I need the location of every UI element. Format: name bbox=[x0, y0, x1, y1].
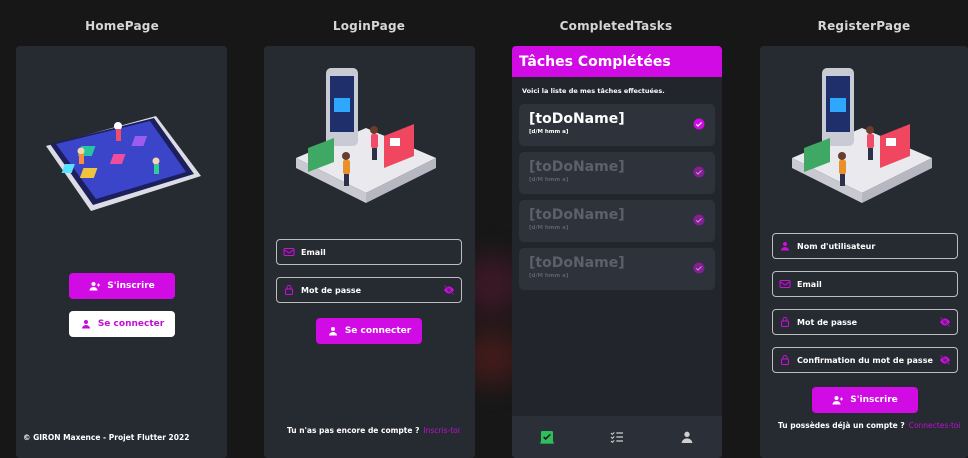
lock-icon bbox=[779, 354, 791, 366]
mail-icon bbox=[779, 278, 791, 290]
login-prompt: Tu possèdes déjà un compte ? Connectes-to… bbox=[778, 421, 961, 430]
task-date: [d/M hmm a] bbox=[529, 273, 569, 279]
task-name: [toDoName] bbox=[529, 207, 625, 223]
username-field[interactable]: Nom d'utilisateur bbox=[772, 233, 958, 259]
person-icon bbox=[779, 240, 791, 252]
check-circle-icon[interactable] bbox=[693, 166, 705, 178]
password-placeholder: Mot de passe bbox=[301, 285, 362, 295]
register-button[interactable]: S'inscrire bbox=[69, 273, 175, 299]
user-icon bbox=[81, 320, 90, 329]
task-date: [d/M hmm a] bbox=[529, 129, 569, 135]
completed-tasks-screen: Tâches Complétées Voici la liste de mes … bbox=[512, 46, 722, 458]
password-placeholder: Mot de passe bbox=[797, 317, 858, 327]
task-date: [d/M hmm a] bbox=[529, 225, 569, 231]
completedtasks-title: CompletedTasks bbox=[559, 19, 673, 33]
lock-icon bbox=[283, 284, 295, 296]
isometric-login-illustration bbox=[296, 68, 436, 203]
login-submit-button[interactable]: Se connecter bbox=[316, 318, 422, 344]
login-prompt-text: Tu possèdes déjà un compte ? bbox=[778, 421, 905, 430]
register-button-label: S'inscrire bbox=[107, 281, 155, 291]
register-illustration bbox=[792, 58, 932, 206]
task-date: [d/M hmm a] bbox=[529, 177, 569, 183]
register-screen: Nom d'utilisateur Email Mot de passe Con… bbox=[760, 46, 968, 458]
completed-tasks-icon[interactable] bbox=[539, 429, 555, 445]
login-link[interactable]: Connectes-toi bbox=[909, 421, 961, 430]
task-item[interactable]: [toDoName] [d/M hmm a] bbox=[519, 248, 715, 290]
register-submit-button[interactable]: S'inscrire bbox=[812, 387, 918, 413]
task-name: [toDoName] bbox=[529, 159, 625, 175]
task-list-icon[interactable] bbox=[609, 429, 625, 445]
task-name: [toDoName] bbox=[529, 111, 625, 127]
password-field[interactable]: Mot de passe bbox=[772, 309, 958, 335]
completed-tasks-header: Tâches Complétées bbox=[512, 46, 722, 77]
check-circle-icon[interactable] bbox=[693, 214, 705, 226]
email-placeholder: Email bbox=[301, 247, 326, 257]
password-field[interactable]: Mot de passe bbox=[276, 277, 462, 303]
login-screen: Email Mot de passe Se connecter Tu n'as … bbox=[264, 46, 475, 458]
bottom-navigation bbox=[512, 416, 722, 458]
login-button-label: Se connecter bbox=[97, 319, 165, 329]
profile-icon[interactable] bbox=[679, 429, 695, 445]
add-user-icon bbox=[832, 396, 844, 405]
login-illustration bbox=[296, 58, 436, 206]
register-submit-label: S'inscrire bbox=[850, 395, 898, 405]
homepage-title: HomePage bbox=[85, 19, 159, 33]
check-circle-icon[interactable] bbox=[693, 262, 705, 274]
isometric-phone-illustration bbox=[46, 116, 201, 211]
confirm-password-placeholder: Confirmation du mot de passe bbox=[797, 355, 933, 365]
visibility-off-icon[interactable] bbox=[939, 316, 951, 328]
screens-overview: HomePage LoginPage CompletedTasks Regist… bbox=[0, 0, 968, 458]
phone-app-illustration bbox=[36, 106, 206, 216]
task-item[interactable]: [toDoName] [d/M hmm a] bbox=[519, 152, 715, 194]
login-button[interactable]: Se connecter bbox=[69, 311, 175, 337]
task-item[interactable]: [toDoName] [d/M hmm a] bbox=[519, 200, 715, 242]
isometric-register-illustration bbox=[792, 68, 932, 203]
user-icon bbox=[328, 327, 337, 336]
copyright-text: © GIRON Maxence - Projet Flutter 2022 bbox=[23, 433, 190, 442]
loginpage-title: LoginPage bbox=[332, 19, 406, 33]
username-placeholder: Nom d'utilisateur bbox=[797, 241, 876, 251]
email-field[interactable]: Email bbox=[772, 271, 958, 297]
registerpage-title: RegisterPage bbox=[817, 19, 911, 33]
add-user-icon bbox=[89, 282, 101, 291]
visibility-off-icon[interactable] bbox=[939, 354, 951, 366]
signup-link[interactable]: Inscris-toi bbox=[423, 426, 459, 435]
lock-icon bbox=[779, 316, 791, 328]
home-screen: S'inscrire Se connecter © GIRON Maxence … bbox=[16, 46, 227, 458]
email-field[interactable]: Email bbox=[276, 239, 462, 265]
task-item[interactable]: [toDoName] [d/M hmm a] bbox=[519, 104, 715, 146]
signup-prompt: Tu n'as pas encore de compte ? Inscris-to… bbox=[287, 426, 460, 435]
signup-prompt-text: Tu n'as pas encore de compte ? bbox=[287, 426, 420, 435]
mail-icon bbox=[283, 246, 295, 258]
visibility-off-icon[interactable] bbox=[443, 284, 455, 296]
task-name: [toDoName] bbox=[529, 255, 625, 271]
confirm-password-field[interactable]: Confirmation du mot de passe bbox=[772, 347, 958, 373]
email-placeholder: Email bbox=[797, 279, 822, 289]
completed-tasks-subtitle: Voici la liste de mes tâches effectuées. bbox=[522, 87, 665, 95]
check-circle-icon[interactable] bbox=[693, 118, 705, 130]
login-submit-label: Se connecter bbox=[344, 326, 412, 336]
